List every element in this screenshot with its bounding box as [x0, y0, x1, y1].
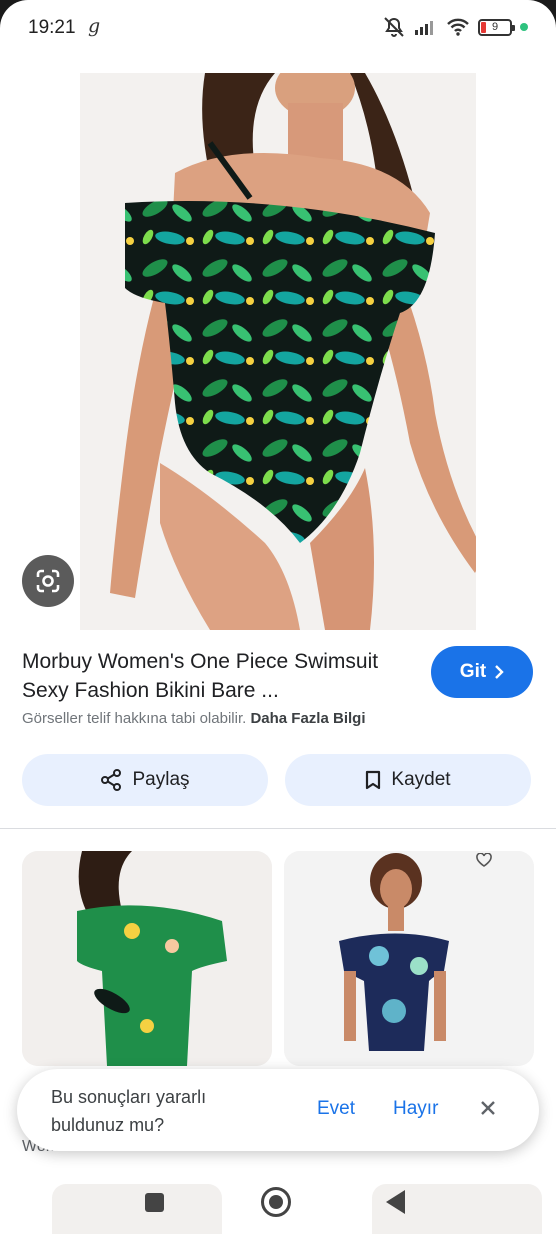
learn-more-link[interactable]: Daha Fazla Bilgi: [250, 710, 365, 727]
status-icons: 9: [382, 16, 528, 38]
feedback-prompt: Bu sonuçları yararlı buldunuz mu? Evet H…: [17, 1069, 539, 1151]
wifi-icon: [447, 18, 469, 36]
battery-level: 9: [491, 20, 499, 33]
back-button[interactable]: [386, 1190, 405, 1214]
related-image-1: [22, 851, 272, 1066]
result-image[interactable]: [80, 73, 476, 630]
chevron-right-icon: [495, 665, 504, 679]
system-nav-bar: [0, 1175, 556, 1235]
save-label: Kaydet: [391, 769, 451, 790]
related-image-card[interactable]: [284, 851, 534, 1066]
screen: 19:21 g 9 Morbuy Women's One Piece Swims…: [0, 0, 556, 1235]
share-label: Paylaş: [132, 769, 190, 790]
swimsuit-photo: [110, 73, 476, 630]
visit-label: Git: [459, 661, 487, 682]
copyright-notice: Görseller telif hakkına tabi olabilir. D…: [22, 710, 365, 727]
bookmark-icon: [366, 770, 381, 790]
section-divider: [0, 828, 556, 829]
visit-button[interactable]: Git: [431, 646, 533, 698]
home-button[interactable]: [261, 1187, 291, 1217]
status-time: 19:21: [28, 17, 76, 38]
mute-icon: [384, 17, 404, 37]
status-bar: 19:21 g 9: [0, 0, 556, 56]
battery-icon: 9: [478, 18, 515, 36]
close-icon[interactable]: [479, 1099, 497, 1117]
copyright-text: Görseller telif hakkına tabi olabilir.: [22, 710, 247, 727]
share-button[interactable]: Paylaş: [22, 754, 268, 806]
result-title[interactable]: Morbuy Women's One Piece Swimsuit Sexy F…: [22, 647, 417, 705]
signal-icon: [415, 21, 433, 35]
feedback-question: Bu sonuçları yararlı buldunuz mu?: [51, 1087, 207, 1135]
privacy-dot-indicator: [520, 23, 528, 31]
google-lens-button[interactable]: [22, 555, 74, 607]
recents-button[interactable]: [145, 1193, 164, 1212]
heart-icon[interactable]: [476, 853, 492, 867]
notification-icon: g: [88, 15, 101, 37]
feedback-no-button[interactable]: Hayır: [393, 1098, 438, 1120]
related-image-card[interactable]: [22, 851, 272, 1066]
related-image-2: [284, 851, 534, 1066]
save-button[interactable]: Kaydet: [285, 754, 531, 806]
share-icon: [101, 769, 122, 791]
feedback-yes-button[interactable]: Evet: [317, 1098, 355, 1120]
lens-icon: [36, 569, 60, 593]
